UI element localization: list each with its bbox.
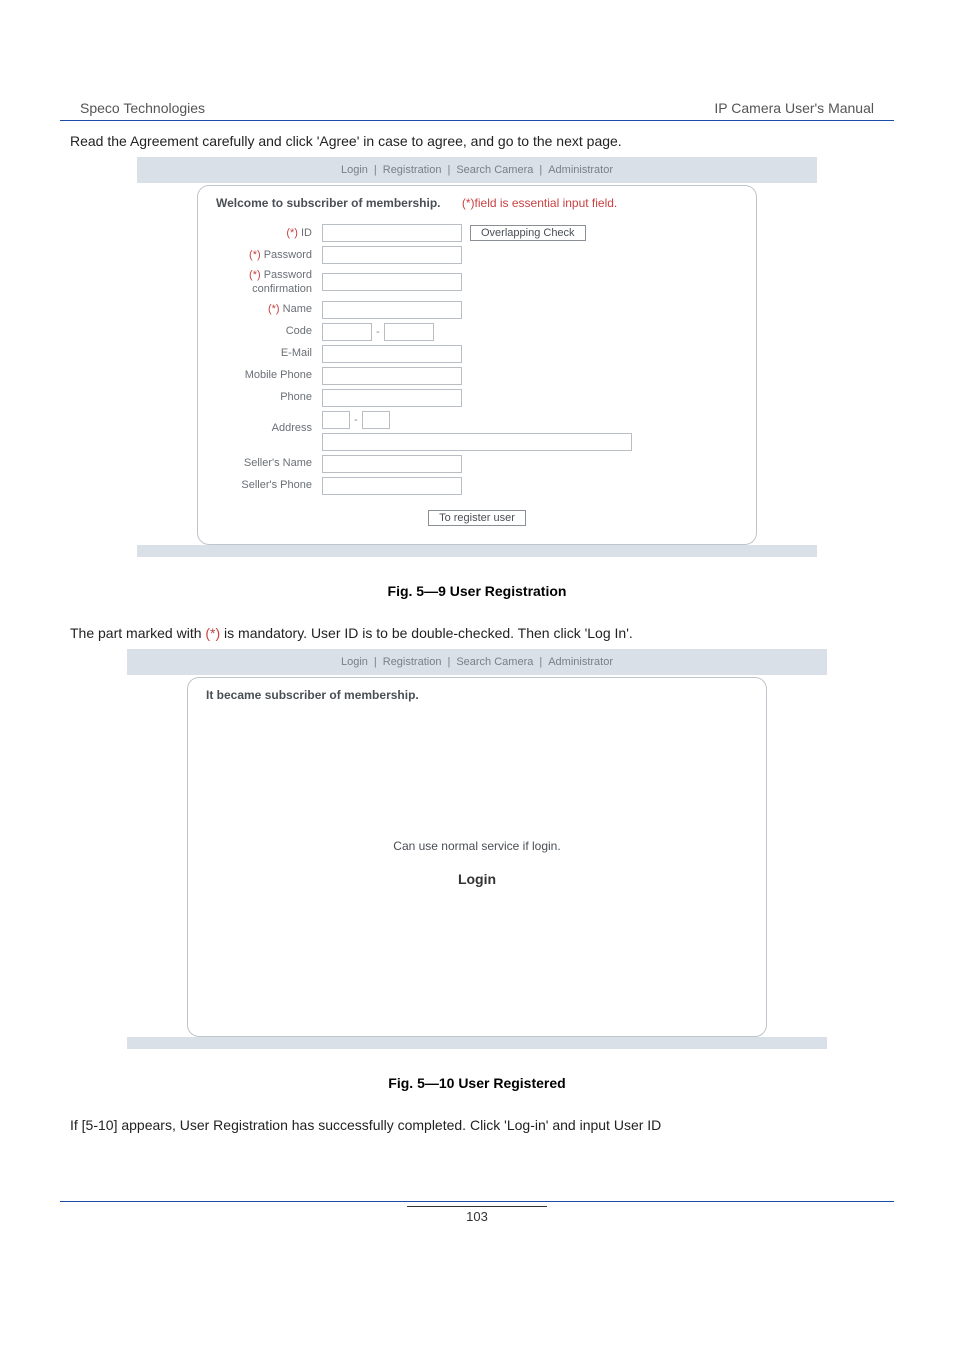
label-pwc-text-a: Password: [261, 269, 312, 281]
header-left: Speco Technologies: [80, 100, 205, 116]
row-address: Address -: [212, 411, 742, 451]
input-email[interactable]: [322, 345, 462, 363]
input-address-code-b[interactable]: [362, 411, 390, 429]
input-password-confirm[interactable]: [322, 273, 462, 291]
row-password: (*) Password: [212, 246, 742, 264]
address-stack: -: [322, 411, 632, 451]
login-link[interactable]: Login: [188, 871, 766, 887]
input-name[interactable]: [322, 301, 462, 319]
label-id-text: ID: [298, 227, 312, 239]
running-header: Speco Technologies IP Camera User's Manu…: [60, 100, 894, 116]
figure-caption-2: Fig. 5—10 User Registered: [60, 1075, 894, 1091]
confirm-center: Can use normal service if login. Login: [188, 839, 766, 887]
instruction-3: If [5-10] appears, User Registration has…: [60, 1117, 894, 1141]
row-id: (*) ID Overlapping Check: [212, 224, 742, 242]
header-rule: [60, 120, 894, 121]
label-password-text: Password: [261, 249, 312, 261]
nav-login[interactable]: Login: [341, 164, 368, 176]
label-code: Code: [212, 324, 322, 338]
input-address-line[interactable]: [322, 433, 632, 451]
row-seller-phone: Seller's Phone: [212, 477, 742, 495]
top-nav-bar: Login | Registration | Search Camera | A…: [137, 157, 817, 183]
nav-administrator[interactable]: Administrator: [548, 656, 613, 668]
input-code-a[interactable]: [322, 323, 372, 341]
row-password-confirm: (*) Password confirmation: [212, 268, 742, 297]
document-page: Speco Technologies IP Camera User's Manu…: [0, 0, 954, 1264]
page-number-rule: [407, 1206, 547, 1207]
instr2-b: (*): [205, 625, 220, 641]
input-mobile-phone[interactable]: [322, 367, 462, 385]
instruction-2: The part marked with (*) is mandatory. U…: [60, 625, 894, 649]
instr2-a: The part marked with: [70, 625, 205, 641]
register-user-button[interactable]: To register user: [428, 510, 526, 526]
nav-sep: |: [447, 164, 450, 176]
star-icon: (*): [286, 227, 298, 239]
row-seller-name: Seller's Name: [212, 455, 742, 473]
row-email: E-Mail: [212, 345, 742, 363]
required-note: (*)field is essential input field.: [462, 196, 617, 210]
label-password: (*) Password: [212, 248, 322, 262]
label-email: E-Mail: [212, 346, 322, 360]
input-code-b[interactable]: [384, 323, 434, 341]
overlapping-check-button[interactable]: Overlapping Check: [470, 225, 586, 241]
input-seller-phone[interactable]: [322, 477, 462, 495]
nav-search-camera[interactable]: Search Camera: [456, 164, 533, 176]
row-mobile-phone: Mobile Phone: [212, 367, 742, 385]
dash-icon: -: [354, 414, 358, 426]
confirm-line: Can use normal service if login.: [188, 839, 766, 853]
confirmation-panel: It became subscriber of membership. Can …: [187, 677, 767, 1037]
nav-sep: |: [374, 164, 377, 176]
star-icon: (*): [268, 303, 280, 315]
page-number: 103: [60, 1209, 894, 1224]
footer-rule: [60, 1201, 894, 1202]
instr2-c: is mandatory. User ID is to be double-ch…: [220, 625, 633, 641]
top-nav-bar-2: Login | Registration | Search Camera | A…: [127, 649, 827, 675]
input-phone[interactable]: [322, 389, 462, 407]
row-code: Code -: [212, 323, 742, 341]
row-phone: Phone: [212, 389, 742, 407]
nav-administrator[interactable]: Administrator: [548, 164, 613, 176]
row-name: (*) Name: [212, 301, 742, 319]
label-password-confirm: (*) Password confirmation: [212, 268, 322, 297]
nav-search-camera[interactable]: Search Camera: [456, 656, 533, 668]
star-icon: (*): [249, 249, 261, 261]
confirm-title-text: It became subscriber of membership.: [206, 688, 419, 702]
figure-caption-1: Fig. 5—9 User Registration: [60, 583, 894, 599]
nav-login[interactable]: Login: [341, 656, 368, 668]
nav-registration[interactable]: Registration: [383, 656, 442, 668]
input-address-code-a[interactable]: [322, 411, 350, 429]
register-button-row: To register user: [212, 509, 742, 526]
screenshot-1: Login | Registration | Search Camera | A…: [137, 157, 817, 557]
screenshot-2: Login | Registration | Search Camera | A…: [127, 649, 827, 1049]
header-right: IP Camera User's Manual: [714, 100, 874, 116]
label-seller-name: Seller's Name: [212, 456, 322, 470]
confirm-title: It became subscriber of membership.: [202, 686, 752, 712]
input-id[interactable]: [322, 224, 462, 242]
welcome-text: Welcome to subscriber of membership.: [216, 196, 441, 210]
welcome-row: Welcome to subscriber of membership. (*)…: [212, 194, 742, 220]
nav-sep: |: [447, 656, 450, 668]
registration-form-panel: Welcome to subscriber of membership. (*)…: [197, 185, 757, 545]
instruction-1: Read the Agreement carefully and click '…: [60, 133, 894, 157]
nav-registration[interactable]: Registration: [383, 164, 442, 176]
input-password[interactable]: [322, 246, 462, 264]
input-seller-name[interactable]: [322, 455, 462, 473]
label-pwc-text-b: confirmation: [252, 283, 312, 295]
nav-sep: |: [374, 656, 377, 668]
label-address: Address: [212, 411, 322, 435]
nav-sep: |: [539, 164, 542, 176]
label-name: (*) Name: [212, 302, 322, 316]
label-mobile-phone: Mobile Phone: [212, 368, 322, 382]
label-id: (*) ID: [212, 226, 322, 240]
dash-icon: -: [376, 326, 380, 338]
nav-sep: |: [539, 656, 542, 668]
label-phone: Phone: [212, 390, 322, 404]
label-name-text: Name: [280, 303, 312, 315]
label-seller-phone: Seller's Phone: [212, 478, 322, 492]
star-icon: (*): [249, 269, 261, 281]
